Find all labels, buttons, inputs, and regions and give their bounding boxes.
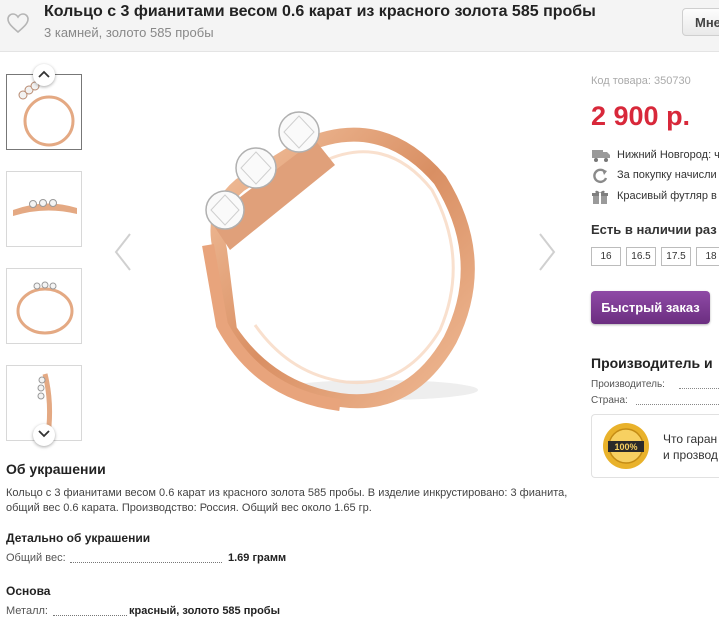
metal-row: Металл: красный, золото 585 пробы	[6, 605, 306, 619]
product-code: Код товара: 350730	[591, 75, 691, 87]
guarantee-box[interactable]: 100% Что гаран и прозвод	[591, 414, 719, 478]
metal-value: красный, золото 585 пробы	[129, 605, 280, 617]
gift-info[interactable]: Красивый футляр в	[591, 188, 719, 206]
chevron-right-icon	[539, 233, 556, 271]
gift-icon	[592, 190, 608, 204]
availability-title: Есть в наличии раз	[591, 222, 717, 237]
size-option[interactable]: 16.5	[626, 247, 656, 266]
product-header: Кольцо с 3 фианитами весом 0.6 карат из …	[0, 0, 719, 52]
more-button[interactable]: Мне	[682, 8, 719, 36]
description-text: Кольцо с 3 фианитами весом 0.6 карат из …	[6, 487, 568, 514]
dotted-leader	[53, 615, 127, 616]
thumbnails-down-button[interactable]	[33, 424, 55, 446]
thumbnail-3[interactable]	[6, 268, 82, 344]
ring-side-thumbnail-icon	[13, 199, 77, 216]
ring-thumbnail-icon	[18, 81, 75, 147]
quick-order-button[interactable]: Быстрый заказ	[591, 291, 710, 324]
bonus-text: За покупку начисли	[617, 169, 717, 181]
country-row: Страна:	[591, 395, 719, 408]
next-image-button[interactable]	[537, 232, 557, 272]
page-title: Кольцо с 3 фианитами весом 0.6 карат из …	[44, 3, 596, 20]
guarantee-badge-text: 100%	[614, 442, 637, 452]
metal-label: Металл:	[6, 605, 48, 617]
country-label: Страна:	[591, 395, 628, 406]
manufacturer-heading: Производитель и	[591, 355, 713, 371]
thumbnails-up-button[interactable]	[33, 64, 55, 86]
description-heading: Об украшении	[6, 461, 106, 477]
guarantee-line-2: и прозвод	[663, 448, 718, 462]
size-option[interactable]: 16	[591, 247, 621, 266]
product-price: 2 900 р.	[591, 101, 691, 131]
weight-value: 1.69 грамм	[228, 552, 287, 564]
chevron-left-icon	[114, 233, 131, 271]
guarantee-line-1: Что гаран	[663, 432, 718, 446]
weight-row: Общий вес: 1.69 грамм	[6, 552, 306, 566]
truck-icon	[592, 150, 610, 162]
chevron-up-icon	[38, 70, 50, 78]
size-option[interactable]: 17.5	[661, 247, 691, 266]
page-subtitle: 3 камней, золото 585 пробы	[44, 25, 214, 40]
delivery-text: Нижний Новгород: ч	[617, 149, 719, 161]
details-heading: Детально об украшении	[6, 531, 151, 545]
prev-image-button[interactable]	[113, 232, 133, 272]
ring-top-thumbnail-icon	[16, 281, 74, 335]
dotted-leader	[636, 404, 719, 405]
dotted-leader	[679, 388, 719, 389]
refresh-icon	[593, 168, 608, 184]
size-option[interactable]: 18	[696, 247, 719, 266]
thumbnail-2[interactable]	[6, 171, 82, 247]
product-image	[202, 111, 478, 411]
bonus-info[interactable]: За покупку начисли	[591, 167, 719, 185]
chevron-down-icon	[38, 430, 50, 438]
manufacturer-row: Производитель:	[591, 379, 719, 392]
gift-text: Красивый футляр в	[617, 190, 717, 202]
base-heading: Основа	[6, 584, 51, 598]
guarantee-seal-icon: 100%	[603, 423, 649, 469]
manufacturer-label: Производитель:	[591, 379, 665, 390]
dotted-leader	[70, 562, 222, 563]
heart-icon[interactable]	[6, 12, 30, 34]
weight-label: Общий вес:	[6, 552, 66, 564]
delivery-info[interactable]: Нижний Новгород: ч	[591, 147, 719, 165]
